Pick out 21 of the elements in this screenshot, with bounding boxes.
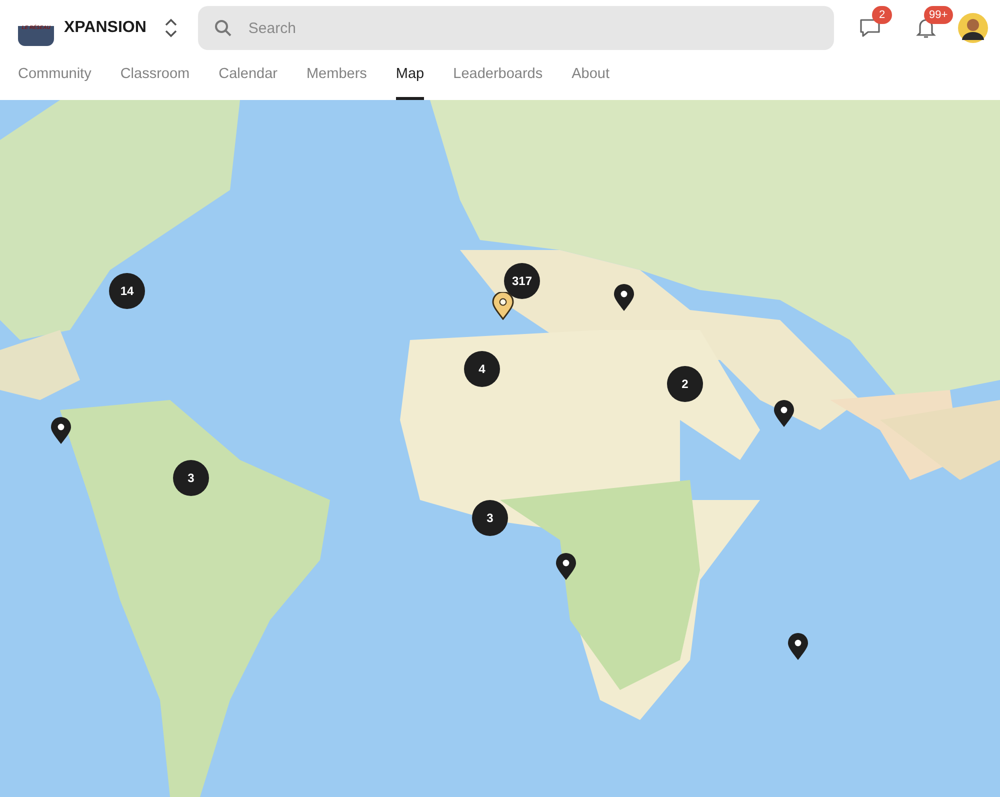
nav-tab[interactable]: Community [18, 56, 92, 100]
map-pin-icon[interactable] [492, 292, 514, 320]
group-name: XPANSION [64, 19, 146, 37]
avatar[interactable] [958, 13, 988, 43]
map-pin-icon[interactable] [787, 633, 809, 661]
nav-tab[interactable]: About [572, 56, 610, 100]
chat-icon[interactable] [858, 17, 882, 39]
chat-badge: 2 [872, 6, 892, 24]
map-pin-icon[interactable] [555, 553, 577, 581]
map-pin-icon[interactable] [773, 400, 795, 428]
nav-tab[interactable]: Classroom [120, 56, 190, 100]
nav-tab[interactable]: Calendar [218, 56, 278, 100]
map-pin-icon[interactable] [50, 417, 72, 445]
search-icon [214, 19, 232, 37]
nav-tab[interactable]: Members [306, 56, 367, 100]
chevrons-icon[interactable] [164, 17, 178, 39]
search-field[interactable]: Search [198, 6, 834, 50]
nav-tab[interactable]: Leaderboards [453, 56, 543, 100]
notification-badge: 99+ [924, 6, 953, 24]
map-pin-icon[interactable] [613, 284, 635, 312]
search-input[interactable]: Search [246, 18, 818, 38]
